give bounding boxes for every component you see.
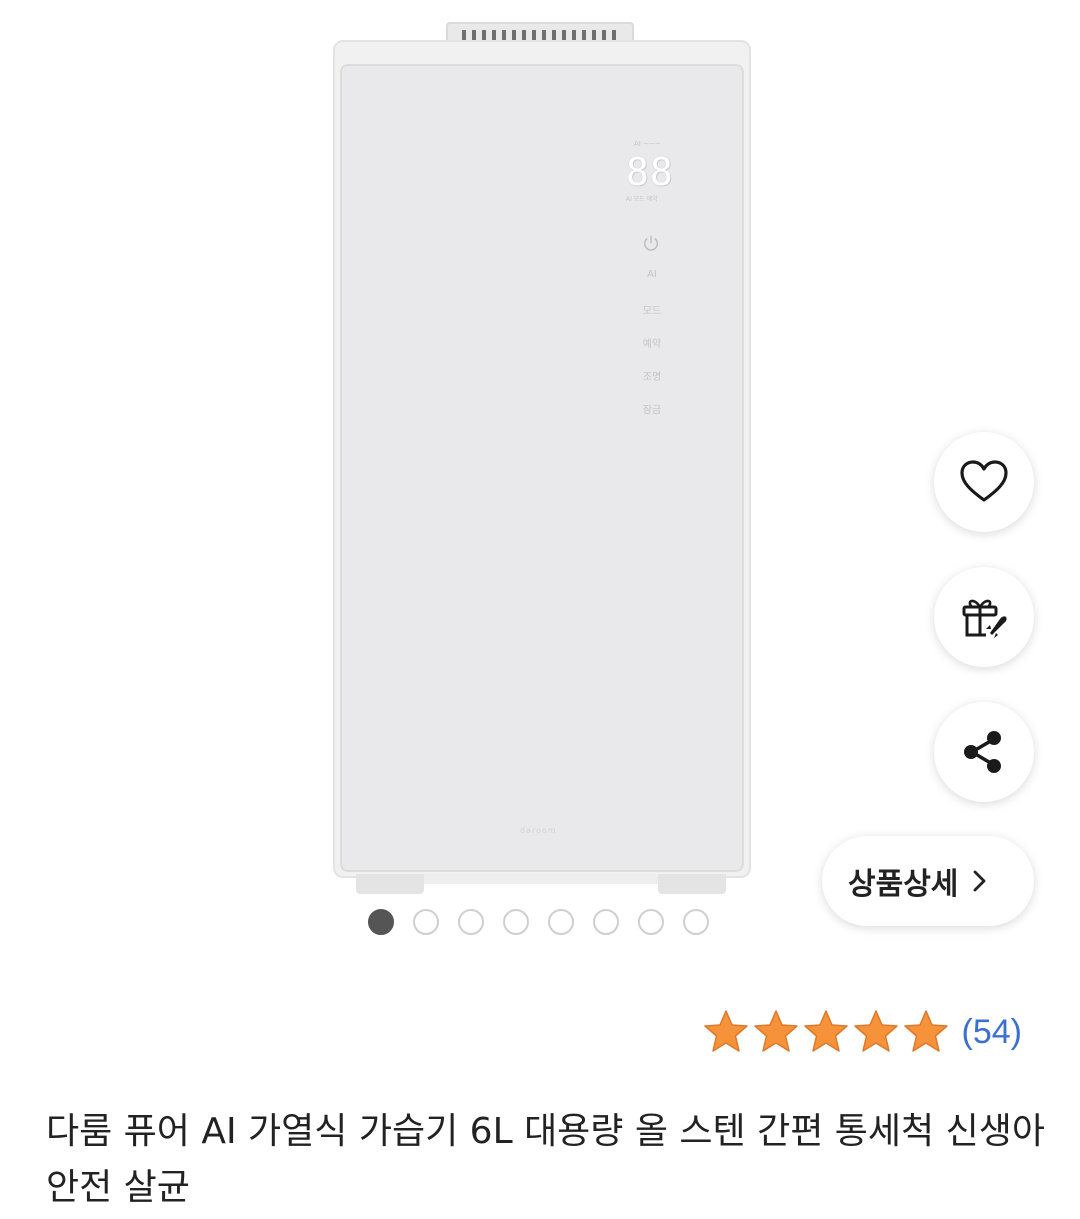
carousel-dot-4[interactable] <box>503 909 529 935</box>
product-rating[interactable]: (54) <box>702 1008 1022 1056</box>
star-icon <box>853 1010 898 1052</box>
carousel-dot-3[interactable] <box>458 909 484 935</box>
power-icon <box>643 235 659 251</box>
carousel-dot-5[interactable] <box>548 909 574 935</box>
product-detail-button[interactable]: 상품상세 <box>822 836 1034 926</box>
product-detail-label: 상품상세 <box>848 867 959 902</box>
star-icon <box>803 1010 848 1052</box>
control-mode: 모드 <box>642 306 662 317</box>
product-image[interactable]: AI ~~~ 88 AI 모드 예약 AI 모드 예약 조명 잠금 daroom <box>0 0 1080 960</box>
carousel-dot-2[interactable] <box>413 909 439 935</box>
control-light: 조명 <box>642 372 662 383</box>
heart-icon <box>960 460 1008 502</box>
gift-button[interactable] <box>934 567 1034 667</box>
humidifier-foot-right <box>658 874 726 894</box>
humidifier-display: AI ~~~ 88 AI 모드 예약 <box>612 140 690 203</box>
gift-icon <box>962 599 1007 638</box>
product-title: 다룸 퓨어 AI 가열식 가습기 6L 대용량 올 스텐 간편 통세척 신생아 … <box>46 1111 1045 1208</box>
star-icon <box>903 1010 948 1052</box>
display-top-labels: AI ~~~ <box>634 140 661 148</box>
review-count[interactable]: (54) <box>962 1013 1022 1052</box>
control-ai: AI <box>647 269 657 280</box>
chevron-right-icon <box>974 870 986 892</box>
carousel-dot-6[interactable] <box>593 909 619 935</box>
share-icon <box>964 731 1001 773</box>
carousel-dot-1[interactable] <box>368 909 394 935</box>
share-button[interactable] <box>934 702 1034 802</box>
display-digits: 88 <box>626 150 674 194</box>
brand-mark: daroom <box>520 826 557 835</box>
carousel-dots <box>368 909 709 937</box>
humidifier-base <box>424 874 658 884</box>
humidifier-foot-left <box>356 874 424 894</box>
control-reserve: 예약 <box>642 339 662 350</box>
carousel-dot-7[interactable] <box>638 909 664 935</box>
wishlist-button[interactable] <box>934 432 1034 532</box>
star-icon <box>703 1010 748 1052</box>
control-lock: 잠금 <box>642 405 662 416</box>
display-bottom-labels: AI 모드 예약 <box>626 196 658 203</box>
star-icon <box>753 1010 798 1052</box>
carousel-dot-8[interactable] <box>683 909 709 935</box>
